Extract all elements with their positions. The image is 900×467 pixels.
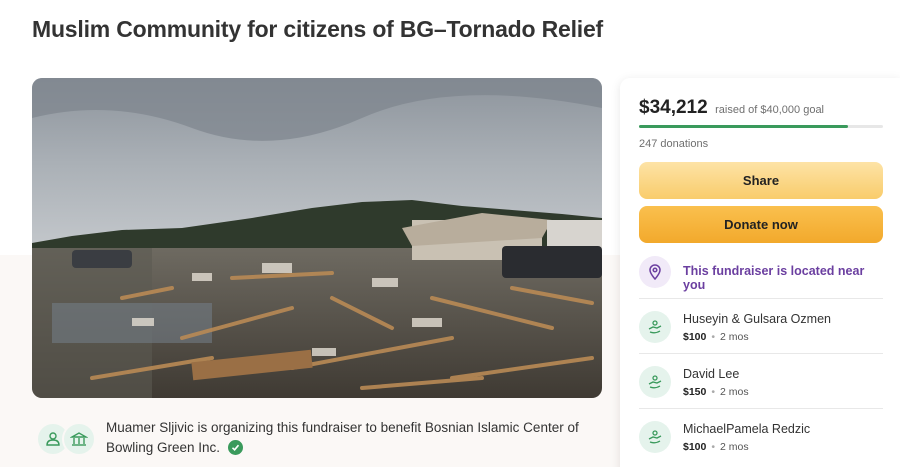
progress-bar xyxy=(639,125,883,128)
donate-button[interactable]: Donate now xyxy=(639,206,883,243)
donations-count[interactable]: 247 donations xyxy=(639,138,708,150)
location-pin-icon xyxy=(639,256,671,288)
donor-amount: $100 xyxy=(683,441,707,453)
tornado-damage-photo xyxy=(32,78,602,398)
location-notice: This fundraiser is located near you xyxy=(639,256,883,292)
organizer-section: Muamer Sljivic is organizing this fundra… xyxy=(36,418,596,462)
donor-icon xyxy=(639,421,671,453)
institution-icon xyxy=(62,422,96,456)
organizer-text: Muamer Sljivic is organizing this fundra… xyxy=(106,418,586,458)
progress-fill xyxy=(639,125,848,128)
donor-meta: $150 • 2 mos xyxy=(683,386,749,398)
donor-name: David Lee xyxy=(683,367,740,381)
donor-icon xyxy=(639,311,671,343)
check-circle-icon xyxy=(227,440,243,455)
amount-row: $34,212 raised of $40,000 goal xyxy=(639,97,824,119)
organizer-description: Muamer Sljivic is organizing this fundra… xyxy=(106,420,579,455)
goal-text: raised of $40,000 goal xyxy=(715,104,825,116)
donor-time: 2 mos xyxy=(720,441,749,453)
donor-meta: $100 • 2 mos xyxy=(683,331,749,343)
list-item: David Lee $150 • 2 mos xyxy=(639,353,883,408)
donor-name: MichaelPamela Redzic xyxy=(683,422,811,436)
organizer-avatars xyxy=(36,422,96,458)
amount-raised: $34,212 xyxy=(639,97,708,118)
share-button[interactable]: Share xyxy=(639,162,883,199)
donor-time: 2 mos xyxy=(720,331,749,343)
donor-icon xyxy=(639,366,671,398)
page-title: Muslim Community for citizens of BG–Torn… xyxy=(32,16,604,42)
location-notice-label: This fundraiser is located near you xyxy=(683,264,865,292)
donor-list: Huseyin & Gulsara Ozmen $100 • 2 mos David… xyxy=(639,298,883,463)
donor-name: Huseyin & Gulsara Ozmen xyxy=(683,312,831,326)
list-item: MichaelPamela Redzic $100 • 2 mos xyxy=(639,408,883,463)
list-item: Huseyin & Gulsara Ozmen $100 • 2 mos xyxy=(639,298,883,353)
donor-meta: $100 • 2 mos xyxy=(683,441,749,453)
donation-card: $34,212 raised of $40,000 goal 247 donat… xyxy=(620,78,900,467)
donor-time: 2 mos xyxy=(720,386,749,398)
donor-amount: $100 xyxy=(683,331,707,343)
donor-amount: $150 xyxy=(683,386,707,398)
hero-photo[interactable] xyxy=(32,78,602,398)
